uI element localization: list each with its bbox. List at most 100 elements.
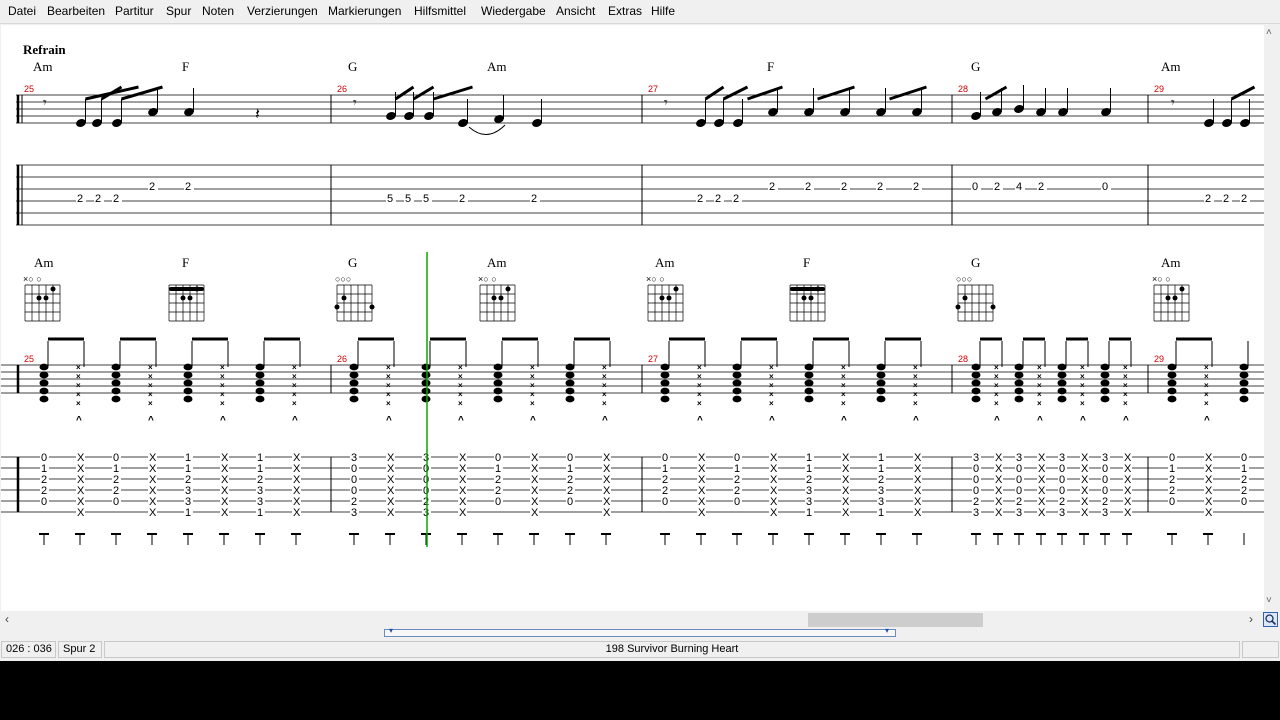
panel-splitter[interactable]: ▾ ▾	[384, 626, 896, 637]
tab-digit: 1	[257, 507, 263, 519]
tab-digit: 0	[113, 496, 119, 508]
note-head	[349, 363, 359, 371]
finger-dot	[505, 286, 511, 292]
tab-digit: 2	[715, 193, 721, 205]
finger-dot	[491, 295, 497, 301]
rest-symbol: 𝄾	[353, 94, 357, 110]
vertical-scrollbar[interactable]: ˄ ˅	[1264, 25, 1280, 611]
muted-note: ×	[386, 390, 391, 399]
muted-note: ×	[148, 372, 153, 381]
muted-note: ×	[1204, 381, 1209, 390]
note-head	[39, 387, 49, 395]
muted-note: ×	[913, 363, 918, 372]
tab-digit: 5	[423, 193, 429, 205]
note-head	[565, 387, 575, 395]
status-bar: 026 : 036 Spur 2 198 Survivor Burning He…	[0, 640, 1280, 661]
chord-diagram: ×○ ○	[23, 274, 61, 322]
beam	[889, 85, 927, 101]
menu-wiedergabe[interactable]: Wiedergabe	[481, 4, 546, 18]
chord-symbol: Am	[1161, 255, 1181, 270]
muted-note: ×	[292, 381, 297, 390]
note-head	[1100, 363, 1110, 371]
scroll-up-icon[interactable]: ˄	[1266, 27, 1272, 38]
muted-note: ×	[994, 363, 999, 372]
muted-note: ×	[1204, 399, 1209, 408]
menu-bearbeiten[interactable]: Bearbeiten	[47, 4, 105, 18]
note-head	[111, 371, 121, 379]
horizontal-scroll-thumb[interactable]	[808, 613, 983, 627]
menu-extras[interactable]: Extras	[608, 4, 642, 18]
muted-note: ×	[76, 399, 81, 408]
tab-digit: 2	[149, 181, 155, 193]
accent-mark: ^	[458, 415, 464, 426]
muted-note: ×	[841, 372, 846, 381]
muted-note: ×	[530, 372, 535, 381]
rest-symbol: 𝄾	[664, 94, 668, 110]
note-head	[421, 387, 431, 395]
score-view[interactable]: Refrain Am F G Am F G Am 25 26 27 28 29 𝄾 𝄾 𝄾 𝄾 𝄽 2 2 2 2 2 5 5…	[1, 25, 1264, 611]
finger-dot	[334, 304, 340, 310]
tab-digit: 4	[1016, 181, 1022, 193]
note-head	[1014, 387, 1024, 395]
menu-datei[interactable]: Datei	[8, 4, 36, 18]
splitter-left-marker-icon[interactable]: ▾	[389, 626, 393, 635]
muted-note: ×	[220, 372, 225, 381]
bar-number: 27	[648, 354, 658, 364]
muted-note: ×	[1080, 381, 1085, 390]
muted-note: ×	[386, 363, 391, 372]
tab-digit: 0	[567, 496, 573, 508]
note-head	[1057, 379, 1067, 387]
menu-spur[interactable]: Spur	[166, 4, 191, 18]
finger-dot	[341, 295, 347, 301]
chord-open-strings: ×○ ○	[1152, 274, 1171, 284]
menu-verzierungen[interactable]: Verzierungen	[247, 4, 318, 18]
scroll-down-icon[interactable]: ˅	[1266, 595, 1272, 606]
muted-note: ×	[386, 372, 391, 381]
muted-note: ×	[769, 363, 774, 372]
chord-diagram: ×○ ○	[478, 274, 516, 322]
splitter-right-marker-icon[interactable]: ▾	[885, 626, 889, 635]
note-head	[493, 395, 503, 403]
bar-number: 28	[958, 84, 968, 94]
muted-note: ×	[1037, 390, 1042, 399]
tab-digit: 5	[387, 193, 393, 205]
magnifier-icon	[1265, 614, 1277, 626]
chord-open-strings: ○○○	[956, 274, 972, 284]
scroll-left-icon[interactable]: ‹	[5, 612, 9, 626]
note-head	[565, 379, 575, 387]
muted-note: ×	[1037, 381, 1042, 390]
accent-mark: ^	[1037, 415, 1043, 426]
muted-note: ×	[220, 363, 225, 372]
tab-digit: 0	[972, 181, 978, 193]
menu-ansicht[interactable]: Ansicht	[556, 4, 595, 18]
menu-partitur[interactable]: Partitur	[115, 4, 154, 18]
chord-symbol: G	[971, 255, 980, 270]
accent-mark: ^	[1080, 415, 1086, 426]
finger-dot	[1179, 286, 1185, 292]
tab-digit: 2	[697, 193, 703, 205]
muted-note: ×	[458, 363, 463, 372]
tab-digit: 2	[185, 181, 191, 193]
menu-hilfe[interactable]: Hilfe	[651, 4, 675, 18]
finger-dot	[369, 304, 375, 310]
score-canvas[interactable]: Refrain Am F G Am F G Am25 26 27 28 29𝄾 𝄾 𝄾 𝄾𝄽2 2 22 25 5…	[1, 25, 1264, 611]
note-head	[1100, 371, 1110, 379]
note-head	[493, 363, 503, 371]
menu-markierungen[interactable]: Markierungen	[328, 4, 401, 18]
muted-note: ×	[697, 372, 702, 381]
scroll-right-icon[interactable]: ›	[1249, 612, 1253, 626]
zoom-button[interactable]	[1263, 612, 1278, 627]
menu-noten[interactable]: Noten	[202, 4, 234, 18]
horizontal-scrollbar[interactable]: ‹ ›	[0, 611, 1280, 628]
beam	[817, 85, 855, 101]
chord-symbol: F	[182, 255, 189, 270]
tab-digit: 2	[769, 181, 775, 193]
chord-symbol: F	[767, 59, 774, 74]
bar-number: 28	[958, 354, 968, 364]
chord-symbol: Am	[34, 255, 54, 270]
tab-digit: X	[387, 507, 395, 519]
note-head	[349, 395, 359, 403]
menu-hilfsmittel[interactable]: Hilfsmittel	[414, 4, 466, 18]
status-extra	[1242, 641, 1279, 658]
chord-open-strings: ×○ ○	[646, 274, 665, 284]
